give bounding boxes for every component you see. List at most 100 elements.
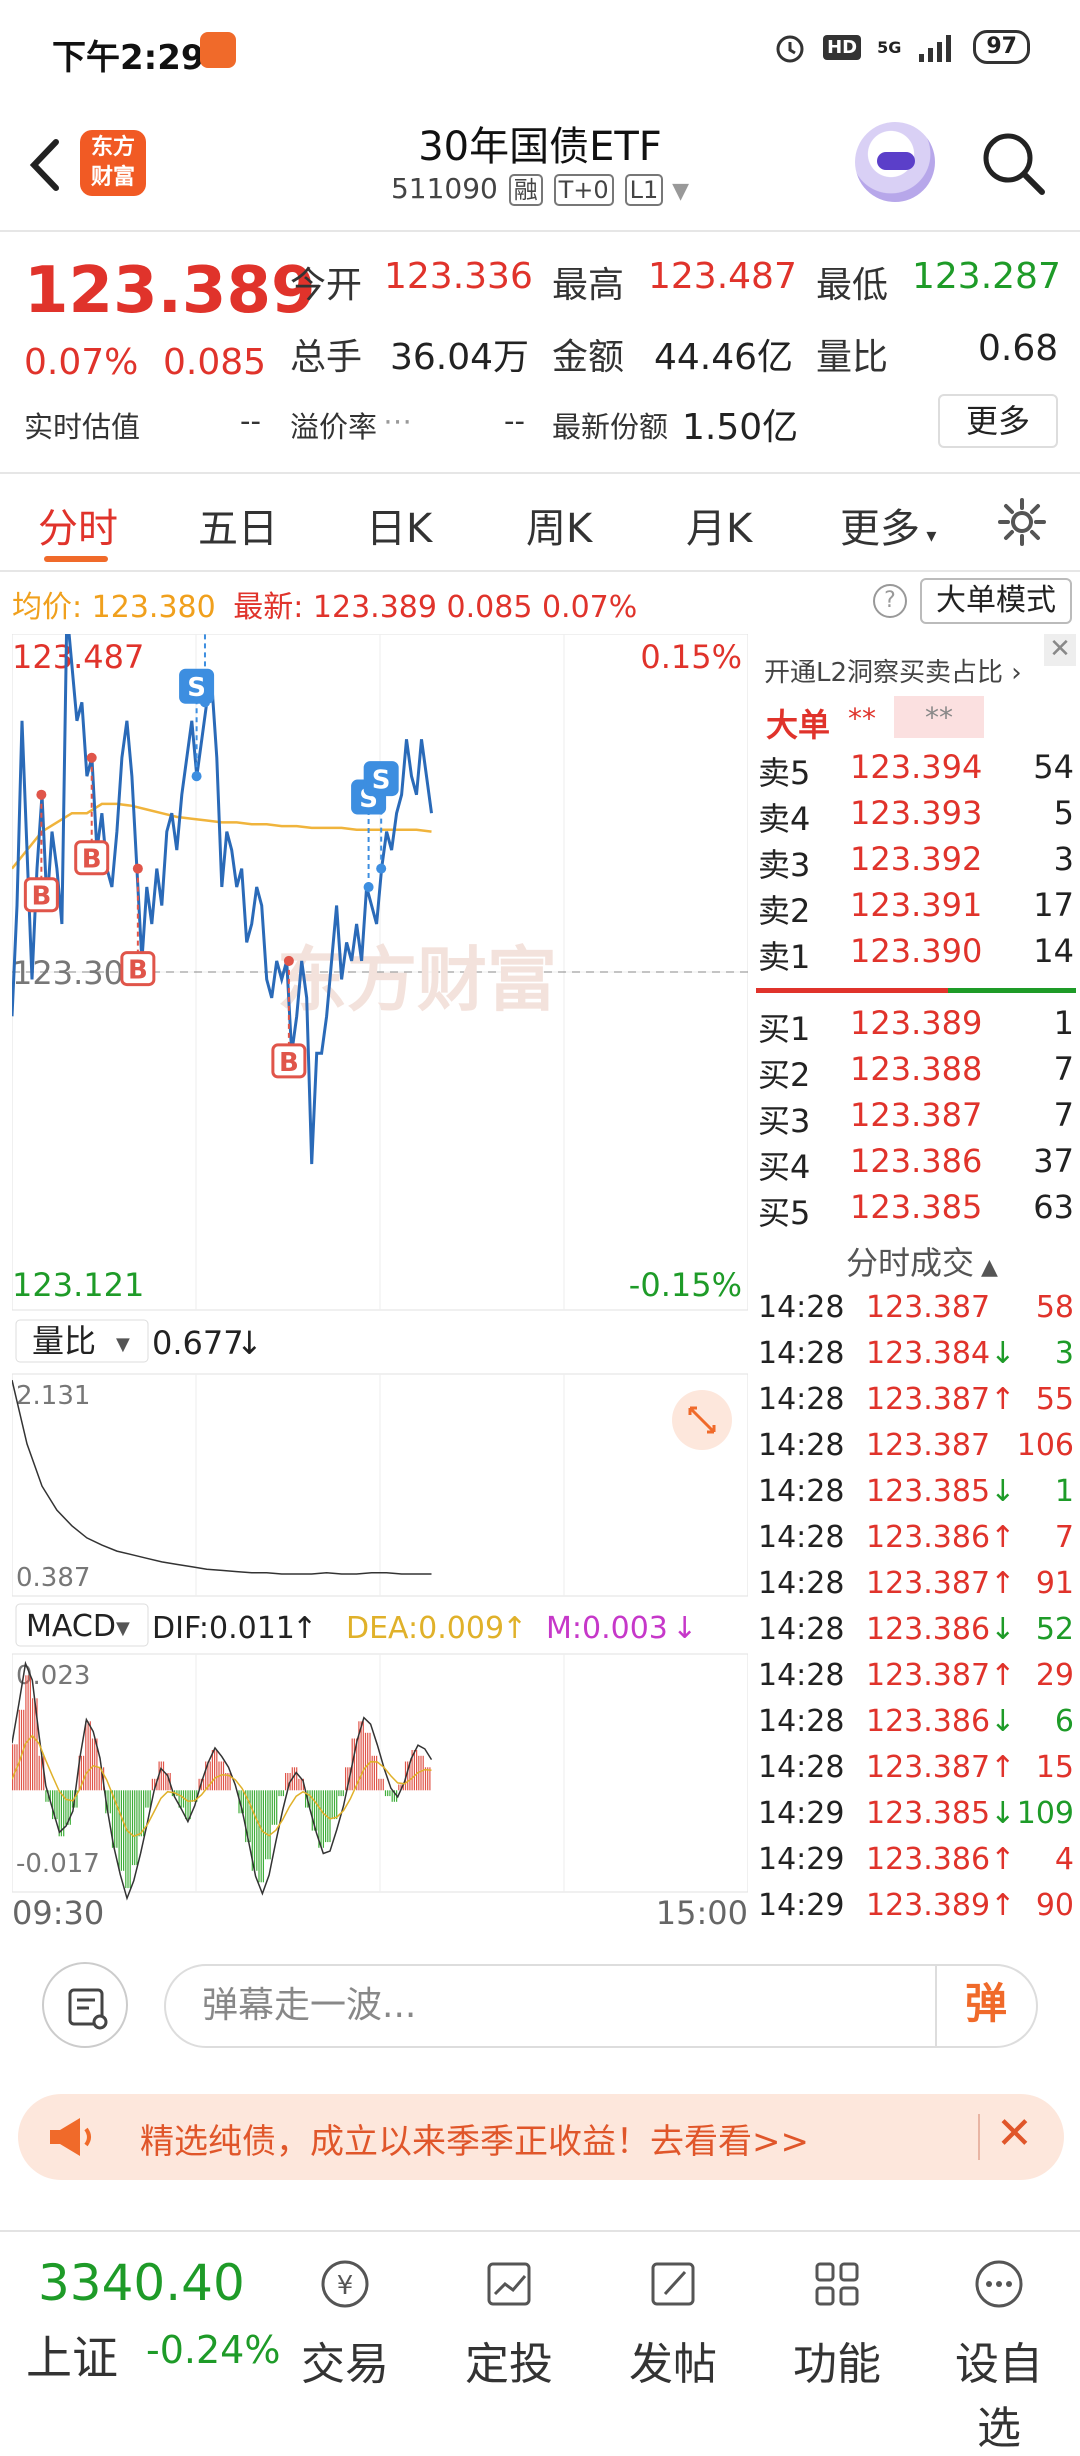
- trade-row[interactable]: 14:28 123.386↓ 52: [758, 1612, 1074, 1658]
- marker-label: B: [31, 882, 51, 912]
- danmaku-button[interactable]: 弹: [935, 1964, 1035, 2048]
- trade-row[interactable]: 14:28 123.387 58: [758, 1290, 1074, 1336]
- row-price: 123.389: [850, 1004, 983, 1042]
- ask-row[interactable]: 卖2 123.391 17: [758, 886, 1074, 932]
- macd-label[interactable]: MACD: [26, 1609, 116, 1644]
- more-button[interactable]: 更多: [938, 394, 1058, 448]
- intraday-chart[interactable]: 东方财富 123.487 123.304 123.121 0.15% -0.15…: [12, 634, 748, 1934]
- hd-icon: HD: [823, 34, 862, 60]
- row-volume: 90: [1035, 1888, 1074, 1923]
- nav-add-watchlist[interactable]: 设自选: [934, 2242, 1064, 2454]
- nav-post[interactable]: 发帖: [608, 2242, 738, 2392]
- trade-row[interactable]: 14:29 123.385↓ 109: [758, 1796, 1074, 1842]
- tab-five-day[interactable]: 五日: [198, 496, 278, 554]
- ask-row[interactable]: 卖3 123.392 3: [758, 840, 1074, 886]
- macd-bar: [298, 1778, 300, 1791]
- row-volume: 1: [1054, 1474, 1074, 1509]
- trade-row[interactable]: 14:28 123.385↓ 1: [758, 1474, 1074, 1520]
- trade-row[interactable]: 14:28 123.387 106: [758, 1428, 1074, 1474]
- macd-bar: [205, 1761, 207, 1791]
- macd-bar: [311, 1790, 313, 1831]
- macd-bar: [83, 1755, 85, 1791]
- trade-row[interactable]: 14:29 123.386↑ 4: [758, 1842, 1074, 1888]
- tab-monthly-k[interactable]: 月K: [686, 496, 752, 554]
- row-volume: 58: [1035, 1290, 1074, 1325]
- macd-bar: [280, 1790, 282, 1797]
- banner-text: 精选纯债，成立以来季季正收益！去看看>>: [140, 2122, 809, 2162]
- ratio-value: 0.68: [978, 328, 1059, 369]
- macd-bar: [273, 1790, 276, 1825]
- signal-icon: [919, 35, 952, 62]
- avg-value: 123.380: [91, 590, 216, 625]
- macd-bar: [165, 1773, 167, 1791]
- macd-bar: [422, 1755, 424, 1791]
- row-label: 14:28: [758, 1520, 845, 1555]
- trade-row[interactable]: 14:28 123.387↑ 55: [758, 1382, 1074, 1428]
- caret-up-icon: ▲: [974, 1255, 998, 1280]
- macd-bar: [256, 1790, 258, 1871]
- promo-banner[interactable]: 精选纯债，成立以来季季正收益！去看看>> ✕: [18, 2094, 1064, 2180]
- row-price: 123.389↑: [866, 1888, 1016, 1923]
- row-label: 买5: [758, 1194, 811, 1232]
- close-icon[interactable]: ✕: [996, 2108, 1033, 2159]
- trade-row[interactable]: 14:28 123.386↑ 7: [758, 1520, 1074, 1566]
- tab-intraday[interactable]: 分时: [38, 496, 118, 554]
- tab-daily-k[interactable]: 日K: [366, 496, 432, 554]
- search-icon[interactable]: [978, 128, 1048, 198]
- quote-panel: 123.389 0.07% 0.085 今开 123.336 最高 123.48…: [0, 232, 1080, 472]
- bid-row[interactable]: 买1 123.389 1: [758, 1004, 1074, 1050]
- trade-row[interactable]: 14:28 123.386↓ 6: [758, 1704, 1074, 1750]
- nav-trade[interactable]: ¥ 交易: [280, 2242, 410, 2392]
- info-circle-icon[interactable]: ⋯: [383, 404, 412, 438]
- status-time: 下午2:29: [52, 38, 205, 78]
- index-value: 3340.40: [38, 2254, 245, 2312]
- big-order-mode-button[interactable]: 大单模式: [920, 578, 1072, 624]
- macd-bar: [180, 1790, 182, 1808]
- macd-bar: [362, 1721, 364, 1791]
- watermark-logo: 东方财富: [277, 939, 557, 1021]
- macd-bar: [329, 1790, 331, 1843]
- bid-row[interactable]: 买4 123.386 37: [758, 1142, 1074, 1188]
- tab-more[interactable]: 更多 ▾: [840, 496, 936, 554]
- bid-row[interactable]: 买3 123.387 7: [758, 1096, 1074, 1142]
- trade-row[interactable]: 14:28 123.387↑ 91: [758, 1566, 1074, 1612]
- more-dots-icon: [975, 2260, 1023, 2308]
- l2-promo[interactable]: 开通L2洞察买卖占比 ›: [764, 652, 1022, 689]
- help-icon[interactable]: ?: [873, 584, 907, 618]
- trade-row[interactable]: 14:28 123.384↓ 3: [758, 1336, 1074, 1382]
- gear-icon[interactable]: [996, 496, 1048, 548]
- ask-row[interactable]: 卖5 123.394 54: [758, 748, 1074, 794]
- macd-bar: [278, 1790, 280, 1797]
- macd-bar: [65, 1790, 67, 1825]
- comment-input[interactable]: 弹幕走一波...: [164, 1964, 1038, 2048]
- row-price: 123.384↓: [866, 1336, 1016, 1371]
- row-label: 14:28: [758, 1382, 845, 1417]
- bid-row[interactable]: 买2 123.388 7: [758, 1050, 1074, 1096]
- trades-header[interactable]: 分时成交 ▲: [846, 1238, 998, 1284]
- row-label: 14:28: [758, 1428, 845, 1463]
- ask-row[interactable]: 卖4 123.393 5: [758, 794, 1074, 840]
- volume-ratio-label[interactable]: 量比: [32, 1322, 96, 1360]
- trade-row[interactable]: 14:29 123.389↑ 90: [758, 1888, 1074, 1934]
- tab-weekly-k[interactable]: 周K: [526, 496, 592, 554]
- ask-row[interactable]: 卖1 123.390 14: [758, 932, 1074, 978]
- macd-bar: [384, 1790, 387, 1797]
- row-label: 14:28: [758, 1290, 845, 1325]
- row-price: 123.387: [866, 1290, 991, 1325]
- macd-bar: [293, 1767, 296, 1791]
- macd-bar: [245, 1790, 247, 1843]
- comment-settings-icon[interactable]: [42, 1962, 128, 2048]
- macd-bar: [389, 1790, 391, 1797]
- macd-bar: [265, 1790, 267, 1860]
- trade-row[interactable]: 14:28 123.387↑ 29: [758, 1658, 1074, 1704]
- nav-invest-plan[interactable]: 定投: [444, 2242, 574, 2392]
- row-label: 卖2: [758, 892, 811, 930]
- trade-row[interactable]: 14:28 123.387↑ 15: [758, 1750, 1074, 1796]
- assistant-avatar-icon[interactable]: [855, 122, 935, 202]
- row-price: 123.390: [850, 932, 983, 970]
- nav-functions[interactable]: 功能: [772, 2242, 902, 2392]
- price-axis-top: 123.487: [12, 638, 144, 676]
- macd-bar: [191, 1790, 193, 1802]
- close-icon[interactable]: ✕: [1044, 634, 1076, 666]
- bid-row[interactable]: 买5 123.385 63: [758, 1188, 1074, 1234]
